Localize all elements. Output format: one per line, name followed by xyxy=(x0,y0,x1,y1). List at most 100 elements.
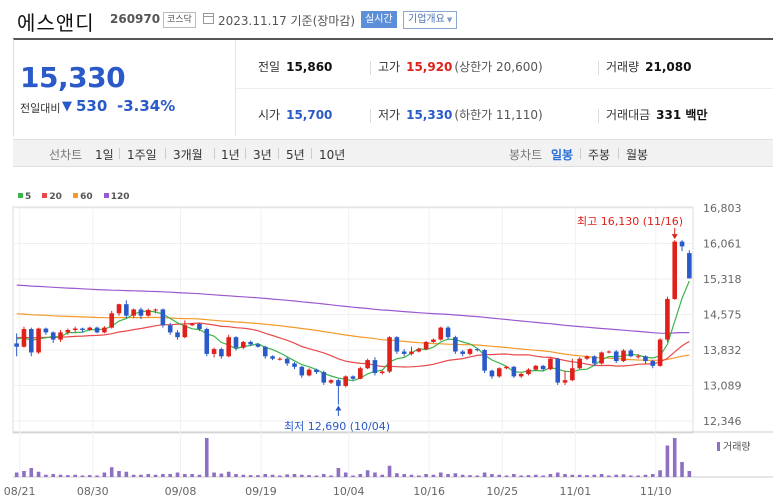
candle-body xyxy=(255,344,261,347)
candle-body xyxy=(526,369,531,374)
candle-body xyxy=(672,241,678,299)
volume-bar xyxy=(263,474,268,477)
volume-bar xyxy=(226,471,231,477)
stat-value: 15,700 xyxy=(286,108,333,122)
volume-bar xyxy=(66,475,70,477)
candle-body xyxy=(306,369,312,376)
candle-body xyxy=(635,356,641,358)
period-10y[interactable]: 10년 xyxy=(319,146,345,163)
volume-bar xyxy=(292,474,297,477)
candle-body xyxy=(365,360,370,369)
candle-body xyxy=(591,356,597,364)
volume-bar xyxy=(387,465,392,477)
volume-bar xyxy=(175,472,180,477)
legend-swatch xyxy=(42,193,48,198)
period-1d[interactable]: 1일 xyxy=(95,146,114,163)
candle-body xyxy=(299,366,305,376)
volume-bar xyxy=(22,471,26,477)
candle-body xyxy=(584,356,590,359)
candle-body xyxy=(548,358,553,370)
candle-body xyxy=(167,325,173,333)
volume-bar xyxy=(417,475,421,477)
quote-panel: 15,330 전일대비 ▼ 530 -3.34% 전일 15,860 고가 15,9… xyxy=(13,38,773,136)
y-tick-label: 14,575 xyxy=(703,308,742,321)
candle-body xyxy=(577,358,582,369)
company-overview-label: 기업개요 xyxy=(408,14,445,25)
candle-body xyxy=(475,349,480,351)
volume-bar xyxy=(358,474,363,477)
candle-body xyxy=(372,360,378,374)
volume-bar xyxy=(80,475,85,477)
stat-trade-amount: 거래대금 331 백만 xyxy=(606,106,707,123)
period-3y[interactable]: 3년 xyxy=(253,146,272,163)
volume-bar xyxy=(285,474,289,477)
company-overview-button[interactable]: 기업개요 ▼ xyxy=(403,11,458,29)
candle-body xyxy=(314,369,319,373)
volume-bar xyxy=(321,474,326,477)
candle-body xyxy=(518,373,524,377)
candle-body xyxy=(350,376,356,379)
candle-body xyxy=(145,309,151,316)
y-tick-label: 16,803 xyxy=(703,202,742,215)
candle-body xyxy=(102,327,107,333)
lower-limit: (하한가 11,110) xyxy=(454,108,543,122)
volume-bar xyxy=(629,475,633,477)
volume-bar xyxy=(468,475,472,477)
candle-body xyxy=(643,356,648,362)
volume-bar xyxy=(614,474,619,477)
volume-bar xyxy=(29,468,34,477)
volume-bar xyxy=(424,474,428,477)
stat-value: 15,330 xyxy=(406,108,453,122)
y-tick-label: 13,832 xyxy=(703,344,742,357)
divider xyxy=(245,148,246,159)
volume-bar xyxy=(592,474,597,477)
period-3m[interactable]: 3개월 xyxy=(173,146,203,163)
candle-body xyxy=(14,343,19,347)
volume-bar xyxy=(541,475,545,477)
candle-body xyxy=(233,337,239,348)
stat-label: 저가 xyxy=(378,108,401,122)
volume-bar xyxy=(117,471,121,477)
y-tick-label: 16,061 xyxy=(703,237,742,250)
x-tick-label: 11/10 xyxy=(640,485,672,498)
candle-body xyxy=(336,380,341,386)
volume-bar xyxy=(548,474,553,477)
candle-body xyxy=(197,323,202,330)
volume-bar xyxy=(51,474,56,477)
volume-bar xyxy=(300,474,304,477)
candle-body xyxy=(379,371,385,374)
line-chart-label: 선차트 xyxy=(49,148,83,162)
candle-body xyxy=(109,313,115,328)
volume-bar xyxy=(453,473,458,477)
candle-body xyxy=(270,356,275,359)
volume-bar xyxy=(658,470,662,477)
low-arrowhead xyxy=(335,405,342,411)
stock-code: 260970 xyxy=(110,12,161,26)
quote-date: 2023.11.17 기준(장마감) xyxy=(218,14,356,28)
change-label: 전일대비 xyxy=(20,102,61,115)
candle-body xyxy=(650,361,656,366)
candle-body xyxy=(58,332,63,340)
volume-bar xyxy=(409,474,414,477)
high-arrowhead xyxy=(671,234,678,240)
volume-bar xyxy=(446,474,450,477)
candle-body xyxy=(321,372,327,383)
candle-body xyxy=(219,349,224,357)
candle-monthly[interactable]: 월봉 xyxy=(626,146,648,163)
price-chart[interactable]: 16,803 16,061 15,318 14,575 13,832 13,089 12,3… xyxy=(0,200,773,501)
candle-body xyxy=(438,327,444,340)
candle-body xyxy=(241,341,246,348)
volume-bar xyxy=(680,462,684,477)
period-1w[interactable]: 1주일 xyxy=(127,146,157,163)
candle-weekly[interactable]: 주봉 xyxy=(588,146,610,163)
volume-bar xyxy=(577,474,582,477)
period-1y[interactable]: 1년 xyxy=(221,146,240,163)
chart-period-bar: 선차트 1일 1주일 3개월 1년 3년 5년 10년 봉차트 일봉 주봉 월봉 xyxy=(13,139,773,167)
divider xyxy=(278,148,279,159)
candle-daily[interactable]: 일봉 xyxy=(551,146,573,163)
candle-body xyxy=(292,363,297,367)
realtime-button[interactable]: 실시간 xyxy=(361,11,397,28)
candle-body xyxy=(343,376,348,386)
candle-body xyxy=(533,365,539,370)
period-5y[interactable]: 5년 xyxy=(286,146,305,163)
